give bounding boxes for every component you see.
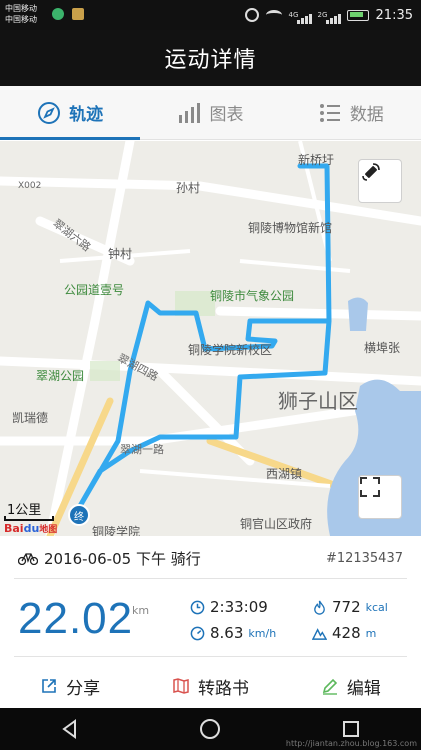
back-triangle-icon (62, 719, 77, 739)
elevation-stat: 428 m (312, 624, 376, 642)
speedometer-icon (190, 626, 205, 640)
app-notification-icon-2 (72, 8, 84, 20)
edit-button[interactable]: 编辑 (281, 666, 421, 706)
satellite-toggle-button[interactable] (358, 159, 402, 203)
status-bar: 中国移动 中国移动 4G 2G 21:35 (0, 0, 421, 30)
bicycle-icon (18, 553, 38, 565)
divider (14, 578, 407, 579)
bar-chart-icon (179, 102, 201, 123)
tab-bar: 轨迹 图表 数据 (0, 86, 421, 140)
baidu-logo-text-3: 地图 (39, 525, 58, 535)
edit-label: 编辑 (346, 678, 381, 699)
map-label: 铜陵市气象公园 (210, 289, 295, 303)
ride-summary: 2016-06-05 下午 骑行 #12135437 22.02 km 2:33… (0, 536, 421, 708)
route-end-marker: 终 (68, 504, 90, 526)
map-label: 翠湖公园 (36, 369, 85, 383)
duration-value: 2:33:09 (210, 598, 268, 616)
elevation-value: 428 (332, 624, 361, 642)
recents-square-icon (342, 721, 359, 737)
wifi-icon (265, 10, 282, 20)
calories-value: 772 (332, 598, 361, 616)
battery-icon (346, 9, 369, 21)
tab-track[interactable]: 轨迹 (0, 86, 141, 140)
flame-icon (314, 600, 325, 615)
compass-icon (38, 101, 61, 124)
map-label: 横埠张 (364, 341, 401, 355)
satellite-icon (362, 163, 380, 181)
baidu-map-logo: Baidu地图 (4, 522, 57, 535)
elevation-unit: m (365, 626, 377, 640)
map-label: 孙村 (176, 181, 201, 195)
map-label: 铜官山区政府 (240, 517, 313, 531)
calories-unit: kcal (365, 600, 388, 614)
tab-track-label: 轨迹 (69, 105, 104, 125)
home-button[interactable] (190, 714, 230, 744)
divider (14, 656, 407, 657)
map-scale-bar (4, 516, 54, 521)
map-label: 凯瑞德 (12, 411, 49, 425)
back-button[interactable] (50, 714, 90, 744)
map-label: 铜陵学院 (92, 525, 141, 536)
signal-icon-2: 2G (318, 11, 341, 24)
ride-date: 2016-06-05 下午 骑行 (44, 549, 201, 568)
edit-icon (322, 678, 337, 695)
speed-stat: 8.63 km/h (190, 624, 276, 642)
map-label: 西湖镇 (266, 467, 303, 481)
road-label: 翠湖一路 (120, 443, 164, 456)
fullscreen-icon (360, 477, 380, 497)
district-label: 狮子山区 (278, 389, 358, 413)
tab-chart-label: 图表 (209, 105, 244, 125)
app-notification-icon (52, 8, 64, 20)
carrier-1: 中国移动 (5, 4, 37, 13)
home-circle-icon (200, 719, 221, 739)
distance-unit: km (132, 604, 150, 617)
share-icon (42, 679, 56, 693)
map-label: 铜陵博物馆新馆 (248, 221, 333, 235)
map-label: X002 (18, 181, 42, 191)
share-button[interactable]: 分享 (0, 666, 140, 706)
distance-value: 22.02 (18, 594, 134, 643)
page-title: 运动详情 (164, 48, 257, 73)
baidu-logo-text-2: du (23, 522, 40, 535)
calories-stat: 772 kcal (312, 598, 388, 616)
clock-icon (190, 600, 205, 614)
list-icon (319, 103, 340, 122)
mountain-icon (312, 627, 327, 640)
map-label: 公园道壹号 (64, 283, 125, 297)
fullscreen-button[interactable] (358, 475, 402, 519)
map-label: 铜陵学院新校区 (188, 343, 273, 357)
roadbook-label: 转路书 (197, 678, 249, 699)
carrier-2: 中国移动 (5, 15, 37, 24)
roadbook-button[interactable]: 转路书 (140, 666, 280, 706)
system-nav-bar: http://jiantan.zhou.blog.163.com (0, 708, 421, 750)
alarm-icon (244, 8, 259, 22)
share-label: 分享 (66, 678, 101, 699)
signal-icon-1: 4G (289, 11, 312, 24)
tab-chart[interactable]: 图表 (140, 86, 280, 139)
map-label: 钟村 (108, 247, 133, 261)
status-time: 21:35 (375, 7, 413, 23)
map-label: 新桥圩 (298, 153, 335, 167)
app-header: 运动详情 (0, 30, 421, 86)
baidu-logo-text-1: Bai (4, 522, 24, 535)
route-map[interactable]: 新桥圩 X002 孙村 铜陵博物馆新馆 翠湖六路 钟村 公园道壹号 铜陵市气象公… (0, 141, 421, 536)
speed-value: 8.63 (210, 624, 244, 642)
watermark: http://jiantan.zhou.blog.163.com (285, 739, 417, 748)
roadbook-icon (173, 678, 189, 694)
tab-data[interactable]: 数据 (281, 86, 421, 139)
ride-id: #12135437 (325, 550, 403, 566)
speed-unit: km/h (248, 626, 277, 640)
action-bar: 分享 转路书 编辑 (0, 666, 421, 706)
tab-data-label: 数据 (349, 105, 384, 125)
duration-stat: 2:33:09 (190, 598, 268, 616)
